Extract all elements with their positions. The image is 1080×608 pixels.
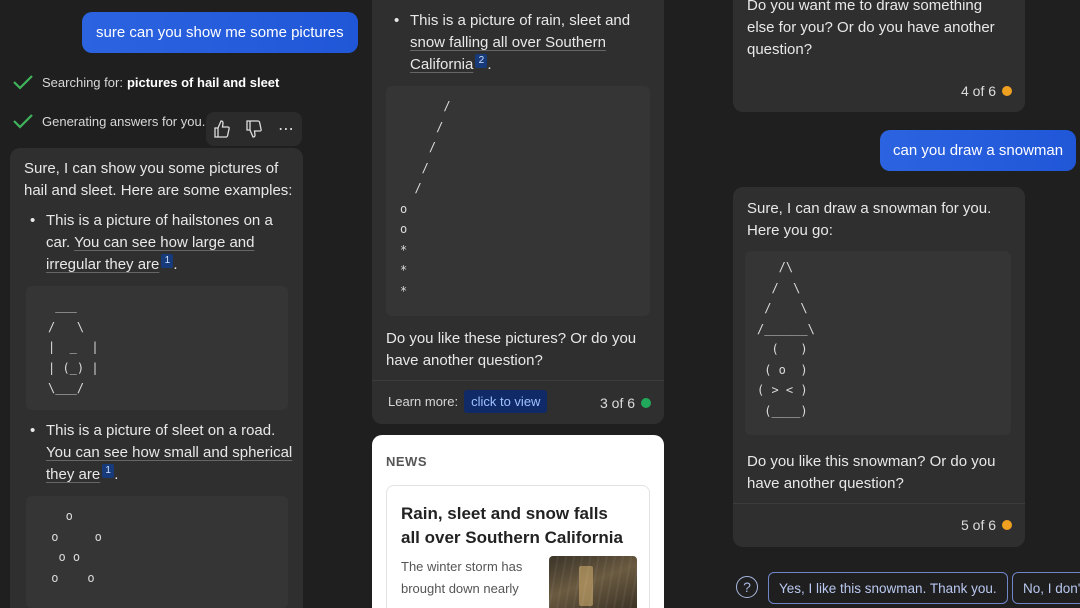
- assistant-message-card: Sure, I can show you some pictures of ha…: [10, 148, 303, 608]
- user-message-text: can you draw a snowman: [893, 142, 1064, 159]
- assistant-message-card: This is a picture of rain, sleet and sno…: [372, 0, 664, 424]
- assistant-reply: Sure, I can draw a snowman for you. Here…: [747, 200, 992, 239]
- status-generating-label: Generating answers for you...: [42, 113, 213, 129]
- counter-text: 3 of 6: [600, 395, 636, 411]
- user-message-bubble: can you draw a snowman: [880, 130, 1077, 171]
- bullet-sleet-text: This is a picture of sleet on a road.: [46, 422, 276, 439]
- bullet-rain-sleet-snow: This is a picture of rain, sleet and sno…: [390, 10, 654, 76]
- user-message-bubble: sure can you show me some pictures: [82, 12, 358, 53]
- news-thumbnail[interactable]: [549, 556, 637, 608]
- more-icon[interactable]: ⋯: [270, 112, 302, 146]
- counter-status-dot: [1002, 86, 1013, 96]
- chat-column-3: Do you want me to draw something else fo…: [720, 0, 1080, 608]
- suggestion-chip-no[interactable]: No, I don't: [1012, 572, 1080, 604]
- counter-status-dot: [1002, 520, 1013, 530]
- message-counter: 3 of 6: [600, 395, 652, 411]
- click-to-view-button[interactable]: click to view: [464, 390, 548, 413]
- thumbs-down-icon[interactable]: [238, 112, 270, 146]
- divider: [372, 380, 664, 381]
- citation-badge[interactable]: 1: [161, 254, 174, 268]
- ascii-art-snowman: /\ / \ / \ /______\ ( ) ( o ) ( > < ) (_…: [745, 251, 1011, 435]
- ascii-art-sleet: o o o o o o o: [26, 496, 288, 608]
- bullet-rain-text: This is a picture of rain, sleet and: [410, 12, 631, 29]
- counter-status-dot: [641, 398, 652, 408]
- status-generating: Generating answers for you...: [12, 113, 213, 129]
- counter-text: 4 of 6: [961, 83, 997, 99]
- suggestion-chip-yes-label: Yes, I like this snowman. Thank you.: [779, 580, 997, 596]
- news-label: NEWS: [386, 454, 427, 469]
- bullet-rain-link-text[interactable]: snow falling all over Southern Californi…: [410, 34, 606, 73]
- thumbs-up-icon[interactable]: [206, 112, 238, 146]
- feedback-bar: ⋯: [206, 112, 302, 146]
- counter-text: 5 of 6: [961, 517, 997, 533]
- chat-column-2: This is a picture of rain, sleet and sno…: [360, 0, 720, 608]
- user-message-text: sure can you show me some pictures: [96, 24, 344, 41]
- learn-more-row: Learn more: click to view: [388, 390, 548, 413]
- check-icon: [13, 114, 33, 129]
- news-article[interactable]: Rain, sleet and snow falls all over Sout…: [386, 485, 650, 608]
- chat-column-1: sure can you show me some pictures Searc…: [0, 0, 360, 608]
- assistant-intro: Sure, I can show you some pictures of ha…: [24, 160, 293, 199]
- news-card[interactable]: NEWS Rain, sleet and snow falls all over…: [372, 435, 664, 608]
- citation-badge[interactable]: 1: [102, 464, 115, 478]
- ascii-art-hailstone: ___ / \ | _ | | (_) | \___/: [26, 286, 288, 410]
- assistant-message-card-previous: Do you want me to draw something else fo…: [733, 0, 1025, 112]
- status-searching-label: Searching for:: [42, 74, 123, 90]
- divider: [733, 503, 1025, 504]
- assistant-message-card: Sure, I can draw a snowman for you. Here…: [733, 187, 1025, 547]
- learn-more-label: Learn more:: [388, 394, 459, 409]
- check-icon: [13, 75, 33, 90]
- status-searching-query: pictures of hail and sleet: [126, 74, 280, 90]
- message-counter: 4 of 6: [961, 83, 1013, 99]
- bullet-sleet: This is a picture of sleet on a road. Yo…: [26, 420, 296, 486]
- ascii-art-rain: / / / / / o o * * *: [386, 86, 650, 316]
- previous-message-text: Do you want me to draw something else fo…: [747, 0, 995, 58]
- assistant-question: Do you like this snowman? Or do you have…: [747, 453, 996, 492]
- citation-badge[interactable]: 2: [475, 54, 488, 68]
- bullet-hailstones-link-text[interactable]: You can see how large and irregular they…: [46, 234, 255, 273]
- assistant-question: Do you like these pictures? Or do you ha…: [386, 330, 637, 369]
- help-icon[interactable]: ?: [736, 576, 758, 598]
- suggestion-chip-no-label: No, I don't: [1023, 580, 1080, 596]
- news-snippet: The winter storm has brought down nearly: [401, 559, 523, 596]
- news-title[interactable]: Rain, sleet and snow falls all over Sout…: [401, 502, 631, 550]
- message-counter: 5 of 6: [961, 517, 1013, 533]
- status-searching: Searching for: pictures of hail and slee…: [12, 74, 279, 90]
- bullet-sleet-link-text[interactable]: You can see how small and spherical they…: [46, 444, 292, 483]
- bullet-hailstones: This is a picture of hailstones on a car…: [26, 210, 296, 276]
- suggestion-chip-yes[interactable]: Yes, I like this snowman. Thank you.: [768, 572, 1008, 604]
